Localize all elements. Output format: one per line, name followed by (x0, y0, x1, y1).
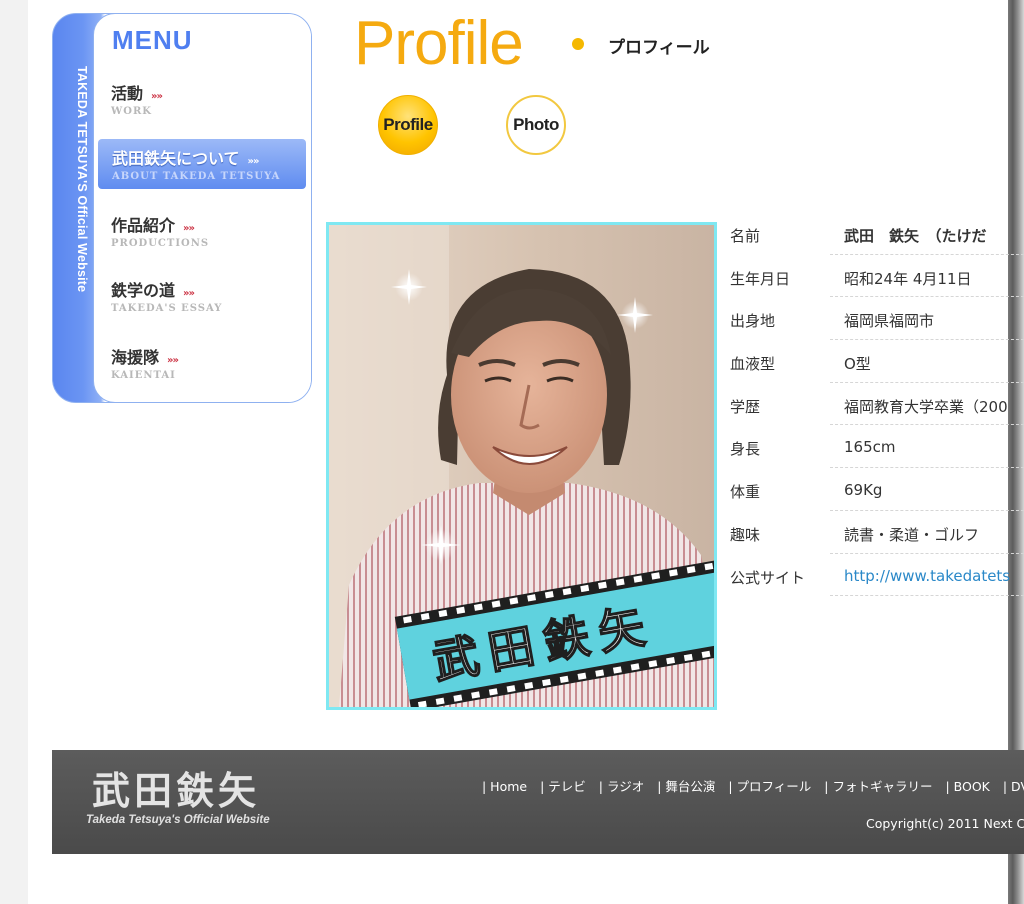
row-value: O型 (844, 355, 871, 374)
profile-table: 名前 武田 鉄矢 （たけだ 生年月日 昭和24年 4月11日 出身地 福岡県福岡… (730, 212, 1024, 597)
bullet-dot-icon (572, 38, 584, 50)
side-menu: TAKEDA TETSUYA'S Official Website MENU 活… (52, 13, 312, 403)
row-label: 出身地 (730, 312, 776, 331)
row-label: 趣味 (730, 525, 761, 544)
footer-link-home[interactable]: | Home (482, 779, 527, 794)
menu-item-label: 海援隊 (111, 348, 160, 367)
official-site-link[interactable]: http://www.takedatets (844, 567, 1010, 585)
table-row: 身長 165cm (730, 425, 1024, 469)
tab-profile[interactable]: Profile (378, 95, 438, 155)
page-title: Profile (354, 9, 524, 78)
footer: 武田鉄矢 Takeda Tetsuya's Official Website |… (52, 750, 1024, 854)
row-value: 読書・柔道・ゴルフ (844, 525, 980, 544)
menu-item-sublabel: KAIENTAI (111, 370, 176, 381)
menu-item-label: 活動 (111, 84, 144, 103)
portrait-illustration: 武田鉄矢 (329, 225, 714, 707)
menu-item-kaientai[interactable]: 海援隊 »» KAIENTAI (111, 344, 311, 388)
chevrons-icon: »» (247, 156, 260, 167)
row-value: 福岡県福岡市 (844, 312, 935, 331)
row-label: 血液型 (730, 355, 776, 374)
row-value: 福岡教育大学卒業（200 (844, 397, 1008, 416)
tab-photo[interactable]: Photo (506, 95, 566, 155)
row-value: 昭和24年 4月11日 (844, 269, 972, 288)
footer-link-book[interactable]: | BOOK (945, 779, 989, 794)
row-value: 69Kg (844, 481, 883, 500)
footer-logo[interactable]: 武田鉄矢 (92, 760, 260, 815)
menu-item-label: 鉄学の道 (111, 281, 176, 300)
table-row: 血液型 O型 (730, 340, 1024, 383)
menu-item-sublabel: ABOUT TAKEDA TETSUYA (112, 171, 281, 182)
table-row: 名前 武田 鉄矢 （たけだ (730, 212, 1024, 255)
menu-item-label: 作品紹介 (111, 216, 176, 235)
chevrons-icon: »» (167, 355, 179, 366)
table-row: 趣味 読書・柔道・ゴルフ (730, 511, 1024, 554)
row-label: 公式サイト (730, 568, 806, 587)
table-row: 体重 69Kg (730, 468, 1024, 511)
row-label: 身長 (730, 440, 761, 459)
footer-nav: | Home | テレビ | ラジオ | 舞台公演 | プロフィール | フォト… (482, 776, 1024, 795)
footer-link-tv[interactable]: | テレビ (540, 779, 586, 794)
menu-item-sublabel: WORK (111, 106, 152, 117)
table-row: 出身地 福岡県福岡市 (730, 297, 1024, 341)
footer-link-stage[interactable]: | 舞台公演 (657, 779, 715, 794)
table-row: 公式サイト http://www.takedatets (730, 554, 1024, 597)
table-row: 学歴 福岡教育大学卒業（200 (730, 383, 1024, 426)
row-value: 165cm (844, 438, 896, 457)
menu-item-essay[interactable]: 鉄学の道 »» TAKEDA'S ESSAY (111, 277, 311, 321)
table-row: 生年月日 昭和24年 4月11日 (730, 255, 1024, 298)
chevrons-icon: »» (151, 91, 163, 102)
row-label: 生年月日 (730, 269, 791, 288)
menu-item-productions[interactable]: 作品紹介 »» PRODUCTIONS (111, 212, 311, 256)
row-label: 体重 (730, 483, 761, 502)
row-value: 武田 鉄矢 （たけだ (844, 227, 987, 245)
menu-item-sublabel: PRODUCTIONS (111, 238, 210, 249)
menu-item-sublabel: TAKEDA'S ESSAY (111, 303, 223, 314)
footer-link-profile[interactable]: | プロフィール (728, 779, 811, 794)
chevrons-icon: »» (183, 223, 195, 234)
footer-tagline: Takeda Tetsuya's Official Website (86, 814, 270, 826)
menu-vertical-label: TAKEDA TETSUYA'S Official Website (75, 66, 89, 293)
row-label: 学歴 (730, 397, 761, 416)
menu-item-about[interactable]: 武田鉄矢について »» ABOUT TAKEDA TETSUYA (98, 139, 306, 189)
footer-link-gallery[interactable]: | フォトギャラリー (824, 779, 932, 794)
chevrons-icon: »» (183, 288, 195, 299)
row-label: 名前 (730, 227, 761, 245)
footer-link-radio[interactable]: | ラジオ (599, 779, 644, 794)
menu-item-work[interactable]: 活動 »» WORK (111, 80, 311, 124)
footer-link-dvd[interactable]: | DVD (1003, 779, 1024, 794)
menu-item-label: 武田鉄矢について (112, 149, 240, 168)
menu-title: MENU (112, 25, 193, 55)
profile-photo: 武田鉄矢 (326, 222, 717, 710)
copyright: Copyright(c) 2011 Next C (866, 816, 1024, 831)
page-subtitle: プロフィール (608, 38, 710, 58)
